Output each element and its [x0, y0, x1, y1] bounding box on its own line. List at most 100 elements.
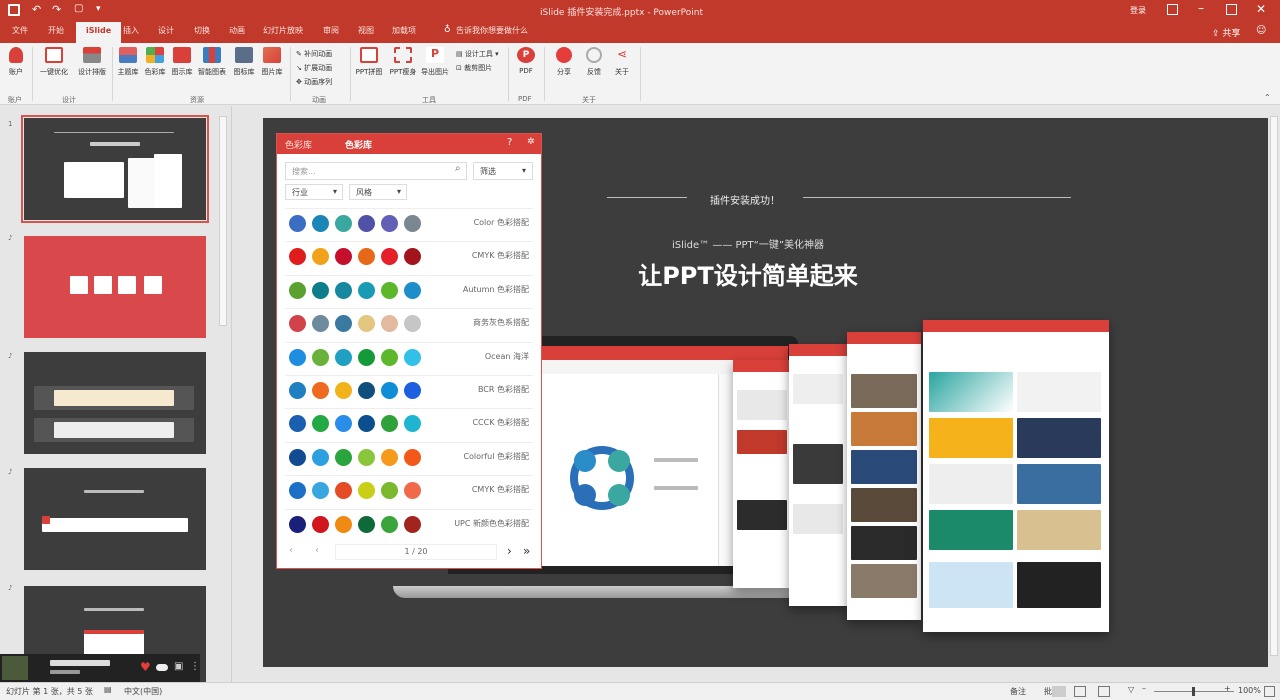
style-dropdown[interactable]: 风格 ▾: [349, 184, 407, 200]
tell-me-box[interactable]: 告诉我你想要做什么: [456, 25, 528, 36]
notes-button[interactable]: 备注: [1010, 686, 1026, 697]
help-icon[interactable]: ?: [507, 137, 512, 148]
export-image-button[interactable]: P 导出图片: [420, 47, 450, 77]
sign-in-link[interactable]: 登录: [1130, 5, 1146, 16]
extend-animation-button[interactable]: ↘ 扩展动画: [296, 63, 332, 73]
tab-transitions[interactable]: 切换: [194, 25, 210, 36]
feedback-button[interactable]: 反馈: [582, 47, 606, 77]
close-icon[interactable]: ✕: [1256, 2, 1266, 16]
tab-design[interactable]: 设计: [158, 25, 174, 36]
zoom-out-icon[interactable]: –: [1142, 684, 1146, 693]
search-icon[interactable]: ⌕: [455, 163, 461, 174]
normal-view-icon[interactable]: [1052, 686, 1066, 697]
color-library-button[interactable]: 色彩库: [143, 47, 167, 77]
compress-icon: [394, 47, 412, 63]
collapse-ribbon-icon[interactable]: ⌃: [1264, 93, 1271, 102]
volume-icon[interactable]: ▣: [174, 661, 183, 672]
slideshow-view-icon[interactable]: ▽: [1128, 685, 1134, 694]
palette-row[interactable]: CCCK 色彩搭配: [285, 408, 533, 436]
smart-chart-button[interactable]: 智能图表: [197, 47, 227, 77]
fit-slide-icon[interactable]: [1264, 686, 1275, 697]
slideshow-icon[interactable]: ▢: [74, 3, 83, 14]
account-button[interactable]: 账户: [4, 47, 28, 77]
language-indicator[interactable]: 中文(中国): [124, 686, 162, 697]
tab-insert[interactable]: 插入: [123, 25, 139, 36]
zoom-in-icon[interactable]: +: [1224, 684, 1231, 693]
color-swatch: [312, 515, 329, 533]
slide-sorter-icon[interactable]: [1074, 686, 1086, 697]
palette-row[interactable]: Autumn 色彩搭配: [285, 274, 533, 303]
tab-review[interactable]: 审阅: [323, 25, 339, 36]
slide-thumbnail-1[interactable]: [21, 115, 209, 223]
panel-tab-2[interactable]: 色彩库: [345, 138, 372, 151]
diagram-library-button[interactable]: 图示库: [170, 47, 194, 77]
animation-sequence-button[interactable]: ✥ 动画序列: [296, 77, 332, 87]
slide-thumbnail-2[interactable]: [24, 236, 206, 338]
slide-thumbnail-4[interactable]: [24, 468, 206, 570]
minimize-icon[interactable]: –: [1198, 1, 1204, 15]
filter-select[interactable]: 筛选 ▾: [473, 162, 533, 180]
industry-dropdown[interactable]: 行业 ▾: [285, 184, 343, 200]
palette-row[interactable]: CMYK 色彩搭配: [285, 475, 533, 503]
heart-icon[interactable]: ♥: [140, 660, 151, 674]
design-layout-button[interactable]: 设计排版: [76, 47, 108, 77]
one-click-optimize-button[interactable]: 一键优化: [38, 47, 70, 77]
undo-icon[interactable]: ↶: [32, 3, 41, 16]
theme-library-button[interactable]: 主题库: [116, 47, 140, 77]
palette-row[interactable]: Colorful 色彩搭配: [285, 441, 533, 470]
customize-qat-icon[interactable]: ▾: [96, 4, 101, 14]
ribbon-display-icon[interactable]: [1167, 4, 1178, 15]
panel-tab-1[interactable]: 色彩库: [285, 138, 312, 151]
color-swatch: [312, 248, 329, 266]
toggle-icon[interactable]: [156, 664, 168, 671]
palette-name: CMYK 色彩搭配: [471, 251, 529, 261]
zoom-slider-thumb[interactable]: [1192, 687, 1195, 696]
crop-image-button[interactable]: ⊡ 裁剪图片: [456, 63, 492, 73]
tab-slideshow[interactable]: 幻灯片放映: [263, 25, 303, 36]
heading-line-right: [803, 197, 1071, 198]
palette-row[interactable]: 商务灰色系搭配: [285, 308, 533, 336]
pdf-button[interactable]: P PDF: [514, 47, 538, 75]
search-input[interactable]: 搜索...: [285, 162, 467, 180]
settings-icon[interactable]: ✲: [527, 137, 535, 147]
tab-islide[interactable]: iSlide: [76, 22, 122, 43]
tab-animations[interactable]: 动画: [229, 25, 245, 36]
prev-page-icon[interactable]: ‹: [315, 545, 319, 556]
slide-thumbnail-3[interactable]: [24, 352, 206, 454]
save-icon[interactable]: [8, 4, 20, 16]
comment-icon[interactable]: ☺: [1256, 25, 1266, 36]
image-library-button[interactable]: 图片库: [260, 47, 284, 77]
share-button[interactable]: 分享: [552, 47, 576, 77]
tab-view[interactable]: 视图: [358, 25, 374, 36]
menu-icon[interactable]: ⋮: [190, 661, 200, 672]
lightbulb-icon: ♁: [444, 25, 451, 35]
palette-row[interactable]: Color 色彩搭配: [285, 208, 533, 236]
palette-row[interactable]: UPC 新颜色色彩搭配: [285, 508, 533, 537]
tween-animation-button[interactable]: ✎ 补间动画: [296, 49, 332, 59]
ppt-slim-button[interactable]: PPT瘦身: [388, 47, 418, 77]
icon-library-button[interactable]: 图标库: [232, 47, 256, 77]
thumbnail-scrollbar[interactable]: [219, 116, 227, 326]
color-swatch: [335, 448, 352, 466]
page-indicator[interactable]: 1 / 20: [335, 544, 497, 560]
ppt-collage-button[interactable]: PPT拼图: [354, 47, 384, 77]
reading-view-icon[interactable]: [1098, 686, 1110, 697]
color-swatch: [312, 348, 329, 366]
about-button[interactable]: ⋖ 关于: [610, 47, 634, 77]
tab-home[interactable]: 开始: [48, 25, 64, 36]
spellcheck-icon[interactable]: ▤: [104, 685, 112, 694]
redo-icon[interactable]: ↷: [52, 3, 61, 16]
palette-row[interactable]: BCR 色彩搭配: [285, 375, 533, 403]
zoom-level[interactable]: 100%: [1238, 686, 1261, 695]
first-page-icon[interactable]: ‹: [289, 545, 293, 556]
next-page-icon[interactable]: ›: [507, 544, 512, 558]
share-icon[interactable]: ⇪ 共享: [1212, 26, 1240, 39]
tab-file[interactable]: 文件: [12, 25, 28, 36]
palette-row[interactable]: CMYK 色彩搭配: [285, 241, 533, 269]
editor-scrollbar[interactable]: [1270, 116, 1278, 656]
design-tools-button[interactable]: ▤ 设计工具 ▾: [456, 49, 499, 59]
maximize-icon[interactable]: [1226, 4, 1237, 15]
tab-addins[interactable]: 加载项: [392, 25, 416, 36]
palette-row[interactable]: Ocean 海洋: [285, 341, 533, 370]
last-page-icon[interactable]: »: [523, 544, 530, 558]
